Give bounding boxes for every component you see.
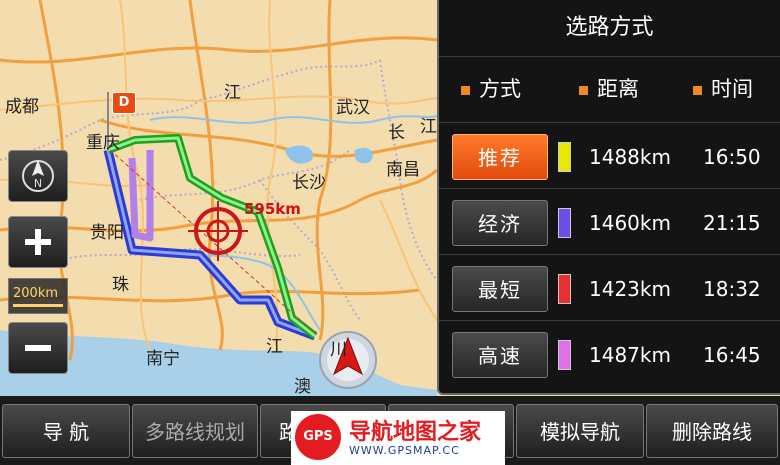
gps-logo: GPS [295,414,341,460]
map-label-guiyang: 贵阳 [90,223,124,243]
destination-marker-label: D [118,95,130,110]
header-mode: 方式 [461,64,521,114]
compass-icon: N [22,160,54,192]
simulate-navigation-button[interactable]: 模拟导航 [516,404,644,458]
map-label-nanning: 南宁 [146,349,180,369]
svg-text:N: N [34,177,42,190]
map-label-wuhan: 武汉 [336,98,370,118]
route-color-swatch [558,208,571,238]
multi-route-button[interactable]: 多路线规划 [132,404,258,458]
route-distance: 1487km [589,343,671,367]
watermark: GPS 导航地图之家 WWW.GPSMAP.CC [291,411,505,465]
route-color-swatch [558,142,571,172]
zoom-in-button[interactable] [8,216,68,268]
route-color-swatch [558,274,571,304]
watermark-url: WWW.GPSMAP.CC [349,444,460,457]
header-time: 时间 [693,64,753,114]
map-label-zhu: 珠 [112,275,129,295]
map-label-ao: 澳 [294,377,311,397]
header-distance: 距离 [579,64,639,114]
navigate-button[interactable]: 导 航 [2,404,130,458]
route-option-highway[interactable]: 高速 [452,332,548,378]
minus-icon [25,345,51,351]
route-color-swatch [558,340,571,370]
map-label-chang: 长 [388,123,405,143]
route-selection-panel: 选路方式 方式 距离 时间 推荐 1488km 16:50 经济 1460km … [437,0,780,395]
route-option-shortest[interactable]: 最短 [452,266,548,312]
distance-label: 595km [244,200,301,218]
destination-marker[interactable]: D [112,92,136,114]
bullet-icon [579,85,588,95]
scale-bar [13,304,63,307]
map-scale: 200km [8,278,68,314]
bullet-icon [461,85,470,95]
current-position-icon [319,331,377,389]
compass-button[interactable]: N [8,150,68,202]
bullet-icon [693,85,702,95]
map-label-jiang-top: 江 [224,83,241,103]
map-label-chuan: 川 [330,340,347,360]
delete-route-button[interactable]: 删除路线 [646,404,778,458]
header-mode-label: 方式 [479,77,521,101]
plus-icon [25,229,51,255]
route-distance: 1488km [589,145,671,169]
map-label-jiang-bottom: 江 [266,337,283,357]
map-label-chongqing: 重庆 [86,133,120,153]
panel-title: 选路方式 [439,0,780,57]
route-distance: 1423km [589,277,671,301]
watermark-name: 导航地图之家 [349,420,482,445]
route-time: 16:50 [703,145,761,169]
zoom-out-button[interactable] [8,322,68,374]
header-distance-label: 距离 [597,77,639,101]
map-label-nanchang: 南昌 [386,160,420,180]
header-time-label: 时间 [711,77,753,101]
map-label-chengdu: 成都 [5,97,39,117]
scale-label: 200km [13,286,59,301]
route-time: 21:15 [703,211,761,235]
route-time: 18:32 [703,277,761,301]
map-label-jiang-right: 江 [420,117,437,137]
route-option-economy[interactable]: 经济 [452,200,548,246]
route-time: 16:45 [703,343,761,367]
route-option-recommended[interactable]: 推荐 [452,134,548,180]
route-distance: 1460km [589,211,671,235]
map-label-changsha: 长沙 [292,173,326,193]
